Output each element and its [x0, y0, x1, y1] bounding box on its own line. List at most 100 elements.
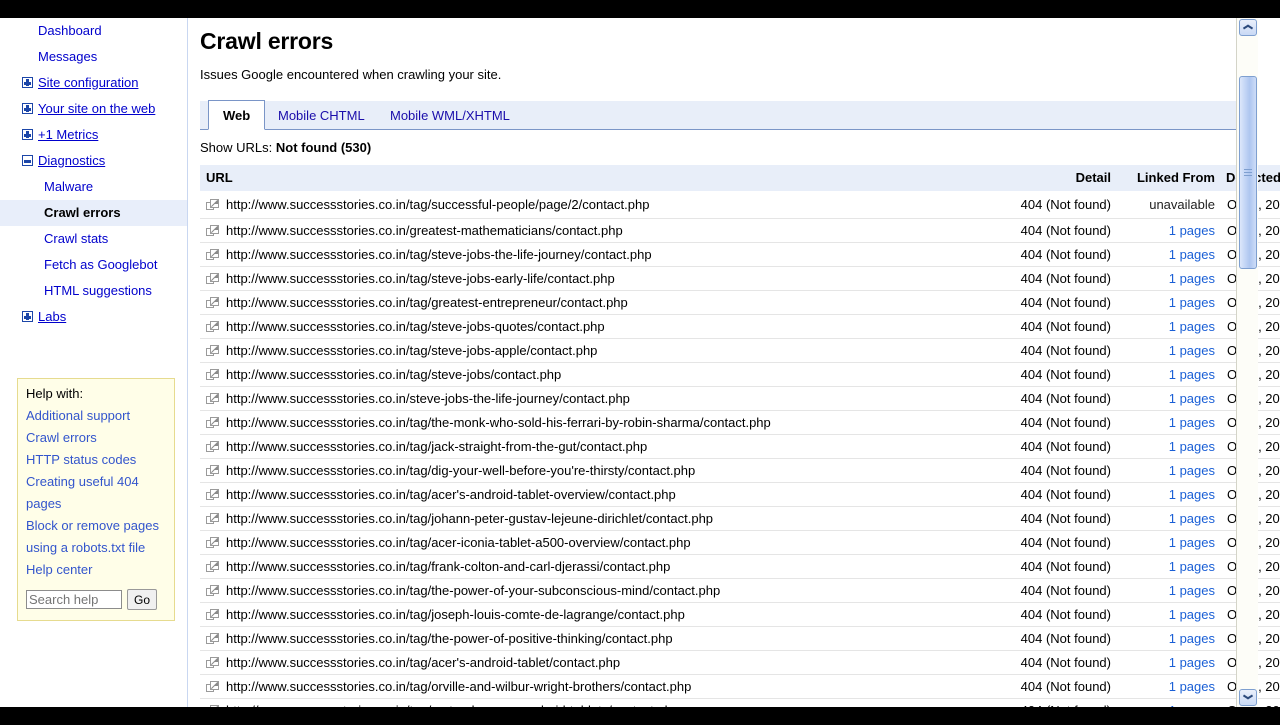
url-text[interactable]: http://www.successstories.co.in/tag/joha… — [226, 511, 713, 526]
open-in-new-window-icon[interactable] — [206, 441, 219, 453]
help-link-crawl-errors[interactable]: Crawl errors — [26, 427, 166, 449]
sidebar-item-crawl-errors[interactable]: Crawl errors — [0, 200, 187, 226]
url-text[interactable]: http://www.successstories.co.in/tag/stev… — [226, 319, 605, 334]
open-in-new-window-icon[interactable] — [206, 633, 219, 645]
column-header-linked-from[interactable]: Linked From — [1117, 165, 1221, 191]
open-in-new-window-icon[interactable] — [206, 585, 219, 597]
linked-from-link[interactable]: 1 pages — [1169, 247, 1215, 262]
sidebar-item-1-metrics[interactable]: +1 Metrics — [0, 122, 187, 148]
sidebar-item-crawl-stats[interactable]: Crawl stats — [0, 226, 187, 252]
table-row[interactable]: http://www.successstories.co.in/tag/grea… — [200, 290, 1280, 315]
table-row[interactable]: http://www.successstories.co.in/tag/jack… — [200, 434, 1280, 459]
linked-from-link[interactable]: 1 pages — [1169, 223, 1215, 238]
url-text[interactable]: http://www.successstories.co.in/tag/acer… — [226, 535, 691, 550]
linked-from-link[interactable]: 1 pages — [1169, 535, 1215, 550]
table-row[interactable]: http://www.successstories.co.in/steve-jo… — [200, 386, 1280, 411]
sidebar-item-fetch-as-googlebot[interactable]: Fetch as Googlebot — [0, 252, 187, 278]
collapse-minus-icon[interactable] — [22, 155, 33, 166]
table-row[interactable]: http://www.successstories.co.in/greatest… — [200, 218, 1280, 243]
url-text[interactable]: http://www.successstories.co.in/tag/grea… — [226, 295, 628, 310]
table-row[interactable]: http://www.successstories.co.in/tag/dig-… — [200, 458, 1280, 483]
linked-from-link[interactable]: 1 pages — [1169, 655, 1215, 670]
open-in-new-window-icon[interactable] — [206, 273, 219, 285]
open-in-new-window-icon[interactable] — [206, 417, 219, 429]
table-row[interactable]: http://www.successstories.co.in/tag/acer… — [200, 482, 1280, 507]
help-link-block-or-remove-pages-using-a-robots-txt-file[interactable]: Block or remove pages using a robots.txt… — [26, 515, 166, 559]
open-in-new-window-icon[interactable] — [206, 609, 219, 621]
open-in-new-window-icon[interactable] — [206, 705, 219, 707]
table-row[interactable]: http://www.successstories.co.in/tag/stev… — [200, 314, 1280, 339]
linked-from-link[interactable]: 1 pages — [1169, 319, 1215, 334]
help-link-additional-support[interactable]: Additional support — [26, 405, 166, 427]
open-in-new-window-icon[interactable] — [206, 225, 219, 237]
open-in-new-window-icon[interactable] — [206, 561, 219, 573]
expand-plus-icon[interactable] — [22, 103, 33, 114]
linked-from-link[interactable]: 1 pages — [1169, 511, 1215, 526]
table-row[interactable]: http://www.successstories.co.in/tag/stev… — [200, 266, 1280, 291]
linked-from-link[interactable]: 1 pages — [1169, 295, 1215, 310]
open-in-new-window-icon[interactable] — [206, 465, 219, 477]
tab-mobile-chtml[interactable]: Mobile CHTML — [264, 101, 379, 130]
table-row[interactable]: http://www.successstories.co.in/tag/the-… — [200, 578, 1280, 603]
expand-plus-icon[interactable] — [22, 311, 33, 322]
linked-from-link[interactable]: 1 pages — [1169, 703, 1215, 707]
table-row[interactable]: http://www.successstories.co.in/tag/fran… — [200, 554, 1280, 579]
table-row[interactable]: http://www.successstories.co.in/tag/stev… — [200, 362, 1280, 387]
url-text[interactable]: http://www.successstories.co.in/tag/the-… — [226, 583, 720, 598]
open-in-new-window-icon[interactable] — [206, 199, 219, 211]
url-text[interactable]: http://www.successstories.co.in/tag/the-… — [226, 631, 673, 646]
url-text[interactable]: http://www.successstories.co.in/steve-jo… — [226, 391, 630, 406]
url-text[interactable]: http://www.successstories.co.in/greatest… — [226, 223, 623, 238]
sidebar-item-site-configuration[interactable]: Site configuration — [0, 70, 187, 96]
linked-from-link[interactable]: 1 pages — [1169, 679, 1215, 694]
open-in-new-window-icon[interactable] — [206, 393, 219, 405]
url-text[interactable]: http://www.successstories.co.in/tag/succ… — [226, 197, 649, 212]
url-text[interactable]: http://www.successstories.co.in/tag/stev… — [226, 367, 561, 382]
table-row[interactable]: http://www.successstories.co.in/tag/succ… — [200, 191, 1280, 219]
open-in-new-window-icon[interactable] — [206, 681, 219, 693]
linked-from-link[interactable]: 1 pages — [1169, 559, 1215, 574]
open-in-new-window-icon[interactable] — [206, 345, 219, 357]
url-text[interactable]: http://www.successstories.co.in/tag/moto… — [226, 703, 679, 707]
sidebar-item-html-suggestions[interactable]: HTML suggestions — [0, 278, 187, 304]
help-link-http-status-codes[interactable]: HTTP status codes — [26, 449, 166, 471]
help-go-button[interactable]: Go — [127, 589, 158, 610]
table-row[interactable]: http://www.successstories.co.in/tag/acer… — [200, 530, 1280, 555]
linked-from-link[interactable]: 1 pages — [1169, 439, 1215, 454]
linked-from-link[interactable]: 1 pages — [1169, 343, 1215, 358]
open-in-new-window-icon[interactable] — [206, 297, 219, 309]
linked-from-link[interactable]: 1 pages — [1169, 367, 1215, 382]
open-in-new-window-icon[interactable] — [206, 489, 219, 501]
table-row[interactable]: http://www.successstories.co.in/tag/jose… — [200, 602, 1280, 627]
linked-from-link[interactable]: 1 pages — [1169, 415, 1215, 430]
url-text[interactable]: http://www.successstories.co.in/tag/orvi… — [226, 679, 691, 694]
url-text[interactable]: http://www.successstories.co.in/tag/stev… — [226, 247, 652, 262]
show-urls-value[interactable]: Not found (530) — [276, 140, 371, 155]
scroll-up-button[interactable] — [1239, 19, 1257, 36]
sidebar-item-your-site-on-the-web[interactable]: Your site on the web — [0, 96, 187, 122]
sidebar-item-malware[interactable]: Malware — [0, 174, 187, 200]
table-row[interactable]: http://www.successstories.co.in/tag/the-… — [200, 410, 1280, 435]
table-row[interactable]: http://www.successstories.co.in/tag/acer… — [200, 650, 1280, 675]
url-text[interactable]: http://www.successstories.co.in/tag/stev… — [226, 271, 615, 286]
table-row[interactable]: http://www.successstories.co.in/tag/the-… — [200, 626, 1280, 651]
linked-from-link[interactable]: 1 pages — [1169, 487, 1215, 502]
open-in-new-window-icon[interactable] — [206, 537, 219, 549]
table-row[interactable]: http://www.successstories.co.in/tag/moto… — [200, 698, 1280, 707]
vertical-scrollbar[interactable] — [1236, 18, 1258, 707]
linked-from-link[interactable]: 1 pages — [1169, 583, 1215, 598]
scroll-down-button[interactable] — [1239, 689, 1257, 706]
table-row[interactable]: http://www.successstories.co.in/tag/joha… — [200, 506, 1280, 531]
help-search-input[interactable] — [26, 590, 122, 609]
linked-from-link[interactable]: 1 pages — [1169, 631, 1215, 646]
column-header-detail[interactable]: Detail — [987, 165, 1117, 191]
table-row[interactable]: http://www.successstories.co.in/tag/orvi… — [200, 674, 1280, 699]
url-text[interactable]: http://www.successstories.co.in/tag/fran… — [226, 559, 670, 574]
open-in-new-window-icon[interactable] — [206, 513, 219, 525]
url-text[interactable]: http://www.successstories.co.in/tag/the-… — [226, 415, 771, 430]
sidebar-item-dashboard[interactable]: Dashboard — [0, 18, 187, 44]
open-in-new-window-icon[interactable] — [206, 657, 219, 669]
linked-from-link[interactable]: 1 pages — [1169, 463, 1215, 478]
linked-from-link[interactable]: 1 pages — [1169, 607, 1215, 622]
help-link-help-center[interactable]: Help center — [26, 559, 166, 581]
